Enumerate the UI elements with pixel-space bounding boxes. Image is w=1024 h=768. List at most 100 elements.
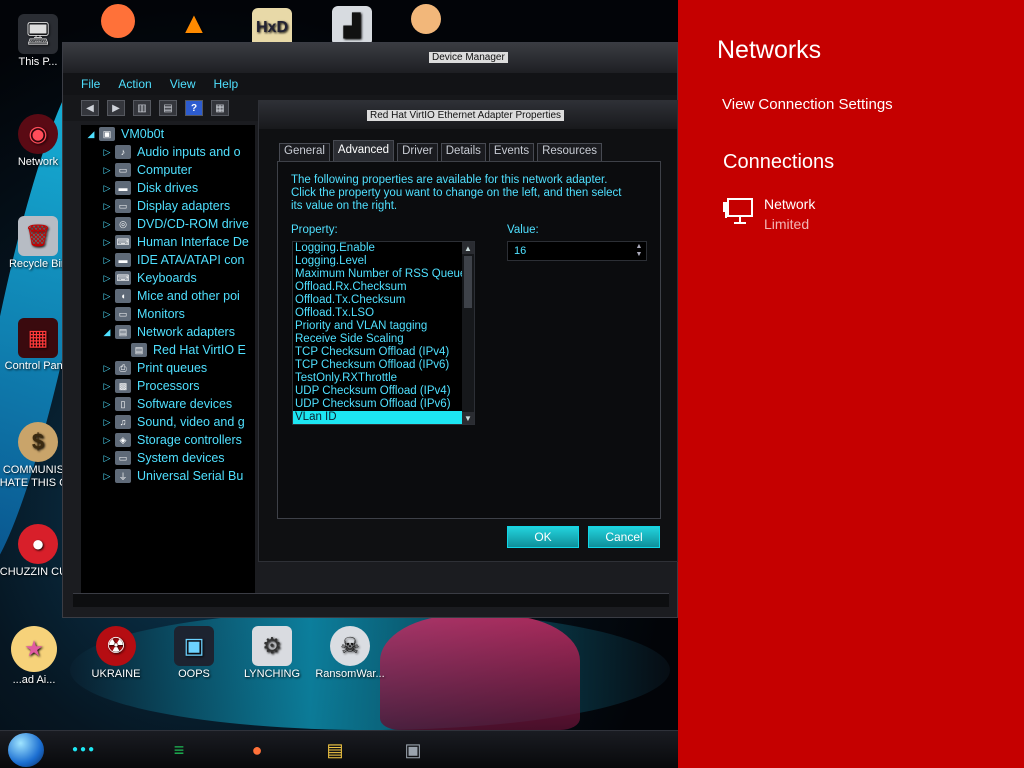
tree-expander-icon[interactable]: ▷	[101, 147, 113, 158]
tree-expander-icon[interactable]: ▷	[101, 201, 113, 212]
property-list-scrollbar[interactable]: ▲ ▼	[462, 242, 474, 424]
tree-item[interactable]: ▷ ▬ Disk drives	[81, 179, 255, 197]
property-item[interactable]: TCP Checksum Offload (IPv6)	[293, 359, 474, 372]
tab-general[interactable]: General	[279, 143, 330, 161]
show-action-pane-icon[interactable]: ▦	[211, 100, 229, 116]
property-item[interactable]: Priority and VLAN tagging	[293, 320, 474, 333]
start-button[interactable]	[8, 733, 44, 767]
tab-resources[interactable]: Resources	[537, 143, 603, 161]
value-spinner[interactable]: ▲ ▼	[634, 243, 644, 259]
tree-expander-icon[interactable]: ◢	[85, 129, 97, 140]
tree-expander-icon[interactable]: ◢	[101, 327, 113, 338]
property-item[interactable]: TCP Checksum Offload (IPv4)	[293, 346, 474, 359]
desktop-icon-lynching[interactable]: ⚙ LYNCHING	[232, 626, 312, 681]
desktop-icon-ukraine[interactable]: ☢ UKRAINE	[76, 626, 156, 681]
tree-item[interactable]: ▷ ⎙ Print queues	[81, 359, 255, 377]
tree-expander-icon[interactable]: ▷	[101, 417, 113, 428]
tree-item[interactable]: ▷ ⌨ Keyboards	[81, 269, 255, 287]
tree-item[interactable]: ▷ ◈ Storage controllers	[81, 431, 255, 449]
tree-expander-icon[interactable]: ▷	[101, 183, 113, 194]
show-hide-console-tree-icon[interactable]: ▥	[133, 100, 151, 116]
tree-item[interactable]: ▷ ▩ Processors	[81, 377, 255, 395]
tree-expander-icon[interactable]: ▷	[101, 219, 113, 230]
spin-up-icon[interactable]: ▲	[634, 243, 644, 251]
property-item[interactable]: Maximum Number of RSS Queues	[293, 268, 474, 281]
tree-item[interactable]: ▷ ▭ Monitors	[81, 305, 255, 323]
property-item[interactable]: UDP Checksum Offload (IPv6)	[293, 398, 474, 411]
network-connection-item[interactable]: Network Limited	[722, 194, 1002, 238]
property-item[interactable]: Logging.Enable	[293, 242, 474, 255]
tree-item[interactable]: ◢ ▤ Network adapters	[81, 323, 255, 341]
desktop-icon-person[interactable]	[386, 4, 466, 36]
tree-item[interactable]: ▷ ▭ Computer	[81, 161, 255, 179]
tree-item[interactable]: ◢ ▣ VM0b0t	[81, 125, 255, 143]
tab-advanced[interactable]: Advanced	[332, 140, 395, 161]
device-manager-titlebar[interactable]: Device Manager	[63, 43, 677, 73]
view-connection-settings-link[interactable]: View Connection Settings	[722, 96, 893, 113]
forward-arrow-icon[interactable]: ▶	[107, 100, 125, 116]
property-item[interactable]: TestOnly.RXThrottle	[293, 372, 474, 385]
tree-item-label: Software devices	[137, 397, 233, 411]
property-list[interactable]: Logging.Enable Logging.Level Maximum Numbe…	[292, 241, 475, 425]
broken-screen-icon: ▣	[174, 626, 214, 666]
tree-item[interactable]: ▷ ▬ IDE ATA/ATAPI con	[81, 251, 255, 269]
spin-down-icon[interactable]: ▼	[634, 251, 644, 259]
ok-button[interactable]: OK	[507, 526, 579, 548]
file-explorer-icon[interactable]: ▤	[318, 734, 352, 766]
tree-expander-icon[interactable]: ▷	[101, 237, 113, 248]
tree-expander-icon[interactable]: ▷	[101, 435, 113, 446]
firefox-icon[interactable]: ●	[240, 734, 274, 766]
tree-expander-icon[interactable]: ▷	[101, 363, 113, 374]
tree-expander-icon[interactable]: ▷	[101, 255, 113, 266]
property-item[interactable]: VLan ID	[293, 411, 474, 424]
back-arrow-icon[interactable]: ◀	[81, 100, 99, 116]
tab-driver[interactable]: Driver	[397, 143, 438, 161]
help-icon[interactable]: ?	[185, 100, 203, 116]
desktop-icon-ransomware[interactable]: ☠ RansomWar...	[310, 626, 390, 681]
tab-events[interactable]: Events	[488, 143, 535, 161]
desktop-icon-oops[interactable]: ▣ OOPS	[154, 626, 234, 681]
tree-expander-icon[interactable]: ▷	[101, 399, 113, 410]
device-manager-taskbar-icon[interactable]: ▣	[396, 734, 430, 766]
tree-item[interactable]: ▷ ▭ System devices	[81, 449, 255, 467]
tree-item[interactable]: ▷ ▭ Display adapters	[81, 197, 255, 215]
spotify-icon[interactable]: ≡	[162, 734, 196, 766]
tree-item[interactable]: ▷ ⏚ Universal Serial Bu	[81, 467, 255, 485]
desktop-icon-character[interactable]: ★ ...ad Ai...	[0, 626, 74, 687]
property-item[interactable]: UDP Checksum Offload (IPv4)	[293, 385, 474, 398]
tree-expander-icon[interactable]: ▷	[101, 165, 113, 176]
scroll-down-icon[interactable]: ▼	[462, 412, 474, 424]
property-item[interactable]: Receive Side Scaling	[293, 333, 474, 346]
menu-view[interactable]: View	[170, 77, 196, 91]
scroll-thumb[interactable]	[464, 256, 472, 308]
tree-expander-icon[interactable]: ▷	[101, 381, 113, 392]
tree-expander-icon[interactable]: ▷	[101, 453, 113, 464]
desktop-icon-firefox[interactable]	[78, 4, 158, 40]
tab-details[interactable]: Details	[440, 143, 486, 161]
tree-item[interactable]: ▤ Red Hat VirtIO E	[81, 341, 255, 359]
property-item[interactable]: Logging.Level	[293, 255, 474, 268]
tree-expander-icon[interactable]: ▷	[101, 273, 113, 284]
tree-expander-icon[interactable]: ▷	[101, 471, 113, 482]
task-view-icon[interactable]: ●●●	[72, 744, 118, 755]
tree-expander-icon[interactable]: ▷	[101, 309, 113, 320]
tree-item[interactable]: ▷ ▯ Software devices	[81, 395, 255, 413]
menu-help[interactable]: Help	[214, 77, 239, 91]
tree-item[interactable]: ▷ ◖ Mice and other poi	[81, 287, 255, 305]
cancel-button[interactable]: Cancel	[588, 526, 660, 548]
tree-item[interactable]: ▷ ♪ Audio inputs and o	[81, 143, 255, 161]
properties-icon[interactable]: ▤	[159, 100, 177, 116]
value-input[interactable]: 16 ▲ ▼	[507, 241, 647, 261]
tree-expander-icon[interactable]: ▷	[101, 291, 113, 302]
property-item[interactable]: Offload.Rx.Checksum	[293, 281, 474, 294]
menu-action[interactable]: Action	[118, 77, 151, 91]
dialog-titlebar[interactable]: Red Hat VirtIO Ethernet Adapter Properti…	[259, 101, 677, 129]
property-item[interactable]: Offload.Tx.Checksum	[293, 294, 474, 307]
menu-file[interactable]: File	[81, 77, 100, 91]
scroll-up-icon[interactable]: ▲	[462, 242, 474, 254]
tree-item[interactable]: ▷ ⌨ Human Interface De	[81, 233, 255, 251]
property-item[interactable]: Offload.Tx.LSO	[293, 307, 474, 320]
desktop-icon-vlc[interactable]: ▲	[154, 4, 234, 46]
tree-item[interactable]: ▷ ♫ Sound, video and g	[81, 413, 255, 431]
tree-item[interactable]: ▷ ◎ DVD/CD-ROM drive	[81, 215, 255, 233]
